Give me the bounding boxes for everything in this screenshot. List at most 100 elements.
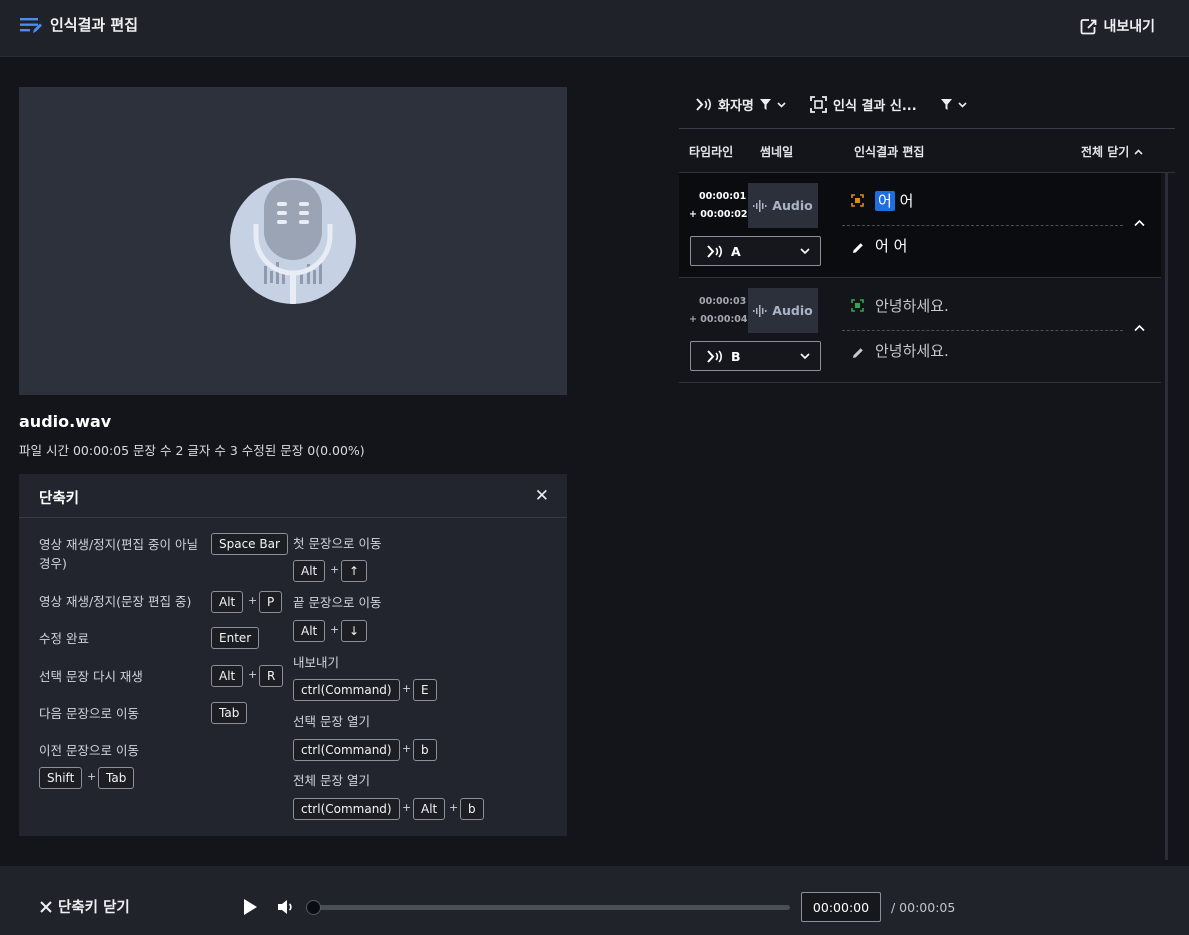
edited-text[interactable]: 어 어: [875, 235, 907, 256]
speaker-filter-label: 화자명: [718, 99, 754, 114]
thumbnail-label: Audio: [772, 198, 813, 213]
segment-row[interactable]: 00:00:03 + 00:00:04 Audio B 안녕하세요. 안녕하세요…: [679, 278, 1161, 383]
chevron-down-icon: [958, 101, 967, 108]
pencil-icon: [853, 348, 863, 358]
plus-sign: +: [330, 563, 340, 576]
col-timeline: 타임라인: [689, 145, 734, 159]
key-badge: Tab: [211, 702, 248, 724]
plus-sign: +: [248, 594, 258, 607]
chevron-down-icon: [777, 101, 786, 108]
segment-end-time: + 00:00:04: [689, 314, 748, 325]
shortcut-label: 다음 문장으로 이동: [39, 706, 139, 721]
current-time-input[interactable]: [801, 892, 881, 922]
file-name: audio.wav: [19, 412, 112, 431]
original-text: 안녕하세요.: [875, 297, 949, 315]
shortcut-label: 이전 문장으로 이동: [39, 743, 139, 758]
key-badge: Alt: [293, 560, 326, 582]
close-icon: [40, 900, 52, 913]
play-icon[interactable]: [242, 898, 258, 916]
chevron-down-icon: [800, 353, 810, 360]
key-badge: Alt: [211, 591, 244, 613]
pencil-icon: [853, 243, 863, 253]
key-badge: b: [460, 798, 484, 820]
player-bar: 단축키 닫기 / 00:00:05: [0, 866, 1189, 935]
key-badge: ctrl(Command): [293, 679, 400, 701]
confidence-filter[interactable]: 인식 결과 신...: [810, 95, 967, 114]
shortcut-panel-title: 단축키: [39, 491, 80, 507]
edited-text[interactable]: 안녕하세요.: [875, 340, 949, 361]
segment-start-time: 00:00:03: [699, 296, 747, 307]
edit-list-icon: [20, 17, 42, 33]
close-shortcuts-label: 단축키 닫기: [58, 900, 130, 916]
column-header: 타임라인 썸네일 인식결과 편집 전체 닫기: [679, 130, 1175, 173]
chevron-up-icon[interactable]: [1134, 324, 1145, 332]
collapse-all-button[interactable]: 전체 닫기: [1081, 143, 1143, 160]
segment-divider: [842, 330, 1123, 331]
plus-sign: +: [402, 742, 412, 755]
confidence-scan-icon: [851, 194, 864, 207]
shortcut-label: 끝 문장으로 이동: [293, 595, 382, 610]
chevron-down-icon: [800, 248, 810, 255]
thumbnail-label: Audio: [772, 303, 813, 318]
key-badge: Alt: [293, 620, 326, 642]
audio-wave-icon: [753, 199, 767, 212]
shortcut-label: 수정 완료: [39, 631, 89, 646]
app-header: 인식결과 편집 내보내기: [0, 0, 1189, 57]
key-badge: b: [413, 739, 437, 761]
speaker-select[interactable]: B: [690, 341, 821, 371]
volume-icon[interactable]: [277, 898, 295, 916]
confidence-filter-label: 인식 결과 신...: [833, 99, 917, 114]
export-icon: [1081, 18, 1097, 34]
microphone-icon: [230, 178, 356, 304]
shortcut-label: 선택 문장 다시 재생: [39, 669, 143, 684]
progress-thumb[interactable]: [306, 900, 321, 915]
media-preview[interactable]: [19, 87, 567, 395]
shortcut-label: 첫 문장으로 이동: [293, 536, 382, 551]
original-text: 어 어: [875, 190, 913, 211]
key-badge: Shift: [39, 767, 83, 789]
segment-thumbnail[interactable]: Audio: [748, 288, 818, 333]
shortcut-label: 전체 문장 열기: [293, 773, 370, 788]
plus-sign: +: [330, 623, 340, 636]
progress-slider[interactable]: [306, 900, 790, 915]
segment-end-time: + 00:00:02: [689, 209, 748, 220]
shortcut-panel-header: 단축키 ✕: [19, 474, 567, 518]
plus-sign: +: [402, 801, 412, 814]
key-badge: Space Bar: [211, 533, 288, 555]
key-badge: Alt: [413, 798, 446, 820]
key-badge: E: [413, 679, 437, 701]
close-icon[interactable]: ✕: [535, 486, 549, 506]
scrollbar[interactable]: [1165, 173, 1168, 860]
segment-thumbnail[interactable]: Audio: [748, 183, 818, 228]
plus-sign: +: [248, 668, 258, 681]
export-button[interactable]: 내보내기: [1080, 16, 1155, 36]
shortcut-label: 영상 재생/정지(편집 중이 아닐 경우): [39, 537, 199, 571]
speaker-filter[interactable]: 화자명: [695, 95, 786, 114]
highlighted-word: 어: [875, 191, 895, 211]
plus-sign: +: [402, 682, 412, 695]
segment-start-time: 00:00:01: [699, 191, 747, 202]
speaker-voice-icon: [696, 98, 711, 111]
speaker-select[interactable]: A: [690, 236, 821, 266]
filter-bar: 화자명 인식 결과 신...: [679, 87, 1175, 129]
original-text-rest: 어: [894, 192, 914, 210]
close-shortcuts-button[interactable]: 단축키 닫기: [40, 896, 130, 917]
key-badge: ctrl(Command): [293, 798, 400, 820]
shortcut-label: 영상 재생/정지(문장 편집 중): [39, 594, 192, 609]
key-badge: Tab: [98, 767, 135, 789]
key-badge: Enter: [211, 627, 260, 649]
plus-sign: +: [449, 801, 459, 814]
filter-icon: [940, 99, 952, 110]
speaker-voice-icon: [707, 350, 722, 363]
filter-icon: [759, 99, 771, 110]
chevron-up-icon[interactable]: [1134, 219, 1145, 227]
segment-row[interactable]: 00:00:01 + 00:00:02 Audio A 어 어 어 어: [679, 173, 1161, 278]
key-badge: ctrl(Command): [293, 739, 400, 761]
title-group: 인식결과 편집: [20, 14, 138, 35]
page-title: 인식결과 편집: [50, 16, 139, 34]
speaker-select-value: B: [731, 349, 741, 364]
shortcut-panel: 단축키 ✕ 영상 재생/정지(편집 중이 아닐 경우) Space Bar 영상…: [19, 474, 567, 836]
export-label: 내보내기: [1103, 19, 1155, 35]
chevron-up-icon: [1134, 148, 1143, 155]
speaker-voice-icon: [707, 245, 722, 258]
